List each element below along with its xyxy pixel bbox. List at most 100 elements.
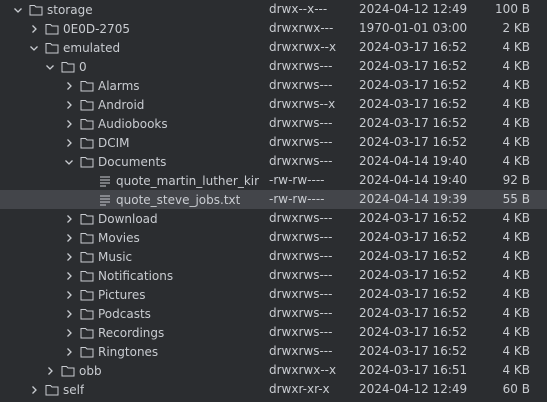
- folder-icon: [80, 270, 94, 282]
- folder-icon: [80, 327, 94, 339]
- row-name: Android: [98, 97, 145, 112]
- folder-icon: [80, 99, 94, 111]
- row-permissions: drwxrws---: [269, 268, 333, 282]
- chevron-right-icon[interactable]: [29, 385, 39, 395]
- row-date: 2024-03-17 16:52: [359, 268, 468, 282]
- row-date: 2024-04-14 19:40: [359, 173, 468, 187]
- chevron-down-icon[interactable]: [29, 43, 39, 53]
- row-name: Music: [98, 249, 133, 264]
- row-permissions: drwxrws--x: [269, 97, 336, 111]
- row-size: 4 KB: [502, 287, 530, 301]
- chevron-right-icon[interactable]: [64, 328, 74, 338]
- tree-row-movies[interactable]: Movies drwxrws--- 2024-03-17 16:52 4 KB: [0, 228, 547, 247]
- tree-row-0e0d-2705[interactable]: 0E0D-2705 drwxrwx--- 1970-01-01 03:00 2 …: [0, 19, 547, 38]
- row-permissions: drwxrws---: [269, 116, 333, 130]
- chevron-right-icon[interactable]: [64, 290, 74, 300]
- row-permissions: drwxrwx---: [269, 21, 334, 35]
- chevron-right-icon[interactable]: [64, 347, 74, 357]
- row-size: 4 KB: [502, 268, 530, 282]
- tree-row-music[interactable]: Music drwxrws--- 2024-03-17 16:52 4 KB: [0, 247, 547, 266]
- folder-icon: [80, 232, 94, 244]
- tree-row-ringtones[interactable]: Ringtones drwxrws--- 2024-03-17 16:52 4 …: [0, 342, 547, 361]
- chevron-right-icon[interactable]: [64, 233, 74, 243]
- row-size: 55 B: [502, 192, 530, 206]
- row-date: 2024-03-17 16:52: [359, 78, 468, 92]
- tree-row-alarms[interactable]: Alarms drwxrws--- 2024-03-17 16:52 4 KB: [0, 76, 547, 95]
- chevron-right-icon[interactable]: [64, 271, 74, 281]
- tree-row-notifications[interactable]: Notifications drwxrws--- 2024-03-17 16:5…: [0, 266, 547, 285]
- row-permissions: -rw-rw----: [269, 192, 325, 206]
- row-name: Alarms: [98, 78, 140, 93]
- tree-row-file-steve-jobs[interactable]: quote_steve_jobs.txt -rw-rw---- 2024-04-…: [0, 190, 547, 209]
- row-date: 2024-04-14 19:39: [359, 192, 468, 206]
- chevron-right-icon[interactable]: [64, 252, 74, 262]
- chevron-right-icon[interactable]: [64, 138, 74, 148]
- tree-row-self[interactable]: self drwxr-xr-x 2024-04-12 12:49 60 B: [0, 380, 547, 399]
- tree-row-documents[interactable]: Documents drwxrws--- 2024-04-14 19:40 4 …: [0, 152, 547, 171]
- row-size: 4 KB: [502, 306, 530, 320]
- row-permissions: -rw-rw----: [269, 173, 325, 187]
- row-name: emulated: [63, 40, 121, 55]
- row-permissions: drwxrwx--x: [269, 40, 337, 54]
- chevron-right-icon[interactable]: [64, 100, 74, 110]
- row-size: 4 KB: [502, 135, 530, 149]
- tree-row-recordings[interactable]: Recordings drwxrws--- 2024-03-17 16:52 4…: [0, 323, 547, 342]
- folder-icon: [80, 118, 94, 130]
- chevron-right-icon[interactable]: [45, 366, 55, 376]
- row-date: 2024-04-14 19:40: [359, 154, 468, 168]
- row-date: 2024-03-17 16:51: [359, 363, 468, 377]
- row-size: 4 KB: [502, 116, 530, 130]
- chevron-right-icon[interactable]: [64, 214, 74, 224]
- row-date: 2024-03-17 16:52: [359, 230, 468, 244]
- row-size: 4 KB: [502, 363, 530, 377]
- tree-row-emulated[interactable]: emulated drwxrwx--x 2024-03-17 16:52 4 K…: [0, 38, 547, 57]
- row-date: 2024-03-17 16:52: [359, 344, 468, 358]
- tree-row-audiobooks[interactable]: Audiobooks drwxrws--- 2024-03-17 16:52 4…: [0, 114, 547, 133]
- row-name: Documents: [98, 154, 167, 169]
- tree-row-podcasts[interactable]: Podcasts drwxrws--- 2024-03-17 16:52 4 K…: [0, 304, 547, 323]
- folder-icon: [80, 346, 94, 358]
- row-name: self: [63, 382, 85, 397]
- row-date: 2024-03-17 16:52: [359, 249, 468, 263]
- tree-row-0[interactable]: 0 drwxrws--- 2024-03-17 16:52 4 KB: [0, 57, 547, 76]
- chevron-right-icon[interactable]: [29, 24, 39, 34]
- chevron-right-icon[interactable]: [64, 119, 74, 129]
- folder-icon: [45, 23, 59, 35]
- row-name: quote_martin_luther_kir: [116, 173, 260, 188]
- tree-row-file-martin-luther[interactable]: quote_martin_luther_kir -rw-rw---- 2024-…: [0, 171, 547, 190]
- row-permissions: drwxrws---: [269, 287, 333, 301]
- folder-icon: [45, 42, 59, 54]
- chevron-down-icon[interactable]: [13, 5, 23, 15]
- row-name: Ringtones: [98, 344, 159, 359]
- row-date: 2024-03-17 16:52: [359, 325, 468, 339]
- row-name: DCIM: [98, 135, 130, 150]
- row-permissions: drwxrws---: [269, 59, 333, 73]
- row-name: Pictures: [98, 287, 146, 302]
- row-permissions: drwxrws---: [269, 135, 333, 149]
- tree-row-obb[interactable]: obb drwxrwx--x 2024-03-17 16:51 4 KB: [0, 361, 547, 380]
- row-name: Recordings: [98, 325, 165, 340]
- row-size: 2 KB: [502, 21, 530, 35]
- folder-icon: [29, 4, 43, 16]
- tree-row-dcim[interactable]: DCIM drwxrws--- 2024-03-17 16:52 4 KB: [0, 133, 547, 152]
- chevron-down-icon[interactable]: [45, 62, 55, 72]
- folder-icon: [80, 289, 94, 301]
- text-file-icon: [98, 194, 112, 206]
- tree-row-download[interactable]: Download drwxrws--- 2024-03-17 16:52 4 K…: [0, 209, 547, 228]
- text-file-icon: [98, 175, 112, 187]
- row-date: 2024-03-17 16:52: [359, 287, 468, 301]
- tree-row-pictures[interactable]: Pictures drwxrws--- 2024-03-17 16:52 4 K…: [0, 285, 547, 304]
- folder-icon: [80, 308, 94, 320]
- row-size: 92 B: [502, 173, 530, 187]
- row-size: 60 B: [502, 382, 530, 396]
- chevron-down-icon[interactable]: [64, 157, 74, 167]
- chevron-right-icon[interactable]: [64, 309, 74, 319]
- row-name: Download: [98, 211, 158, 226]
- row-permissions: drwxrws---: [269, 78, 333, 92]
- row-size: 4 KB: [502, 211, 530, 225]
- tree-row-android[interactable]: Android drwxrws--x 2024-03-17 16:52 4 KB: [0, 95, 547, 114]
- row-date: 2024-03-17 16:52: [359, 40, 468, 54]
- folder-icon: [80, 156, 94, 168]
- tree-row-storage[interactable]: storage drwx--x--- 2024-04-12 12:49 100 …: [0, 0, 547, 19]
- chevron-right-icon[interactable]: [64, 81, 74, 91]
